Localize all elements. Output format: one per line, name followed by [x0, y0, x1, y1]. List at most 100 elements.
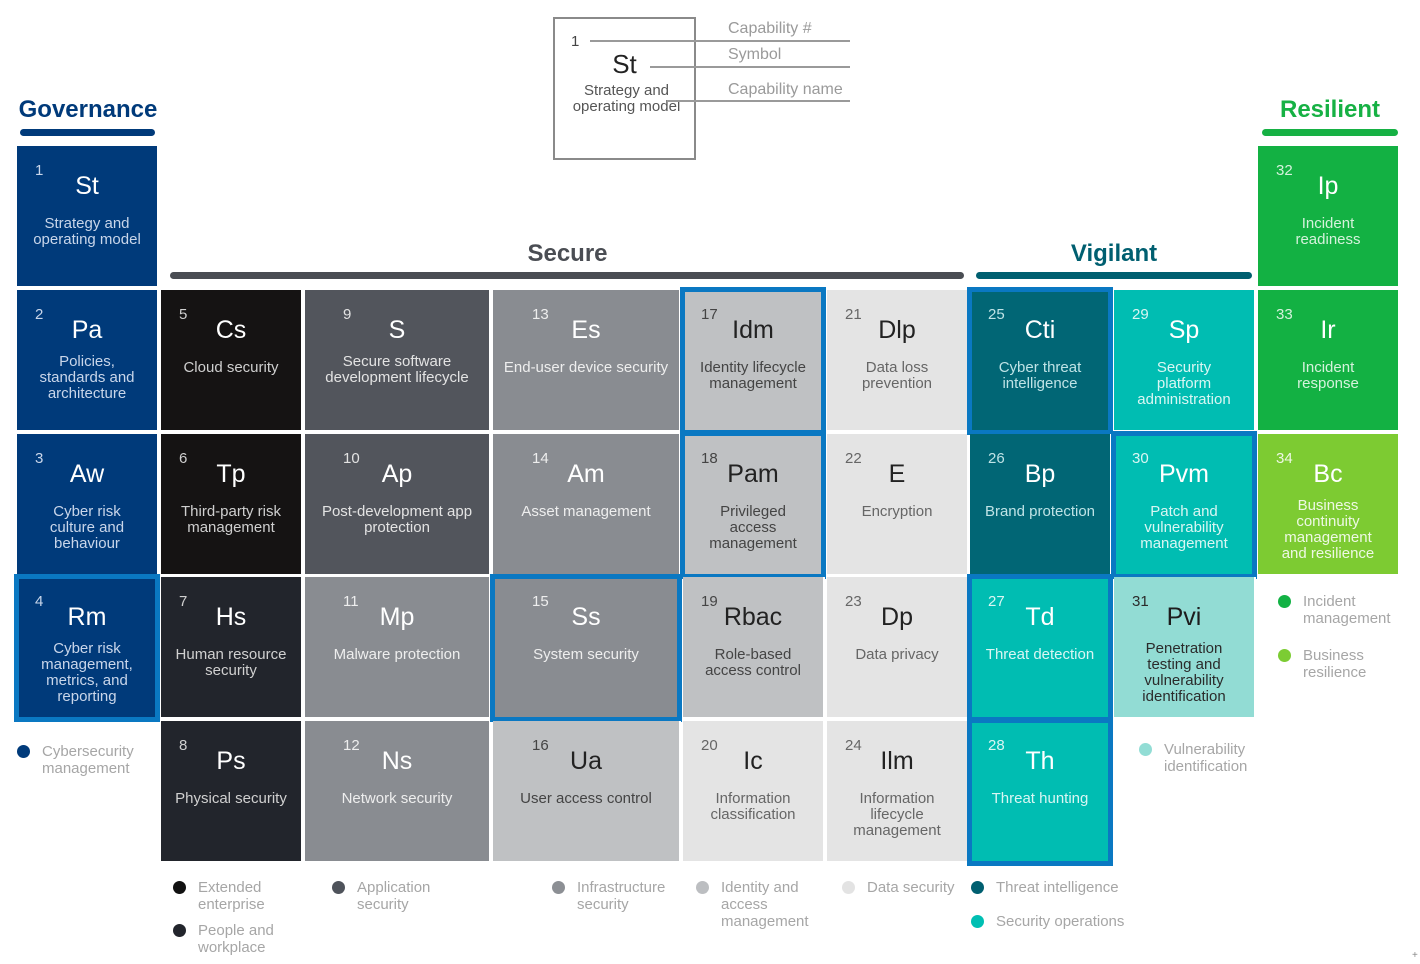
- capability-cell-ns: 12 Ns Network security: [305, 721, 491, 863]
- capability-cell-tp: 6 Tp Third-party risk management: [161, 434, 303, 576]
- capability-name: Business continuity management and resil…: [1281, 497, 1375, 562]
- capability-symbol: Pam: [727, 460, 779, 488]
- capability-cell-ps: 8 Ps Physical security: [161, 721, 303, 863]
- key-capability-name: Strategy and operating model: [572, 82, 681, 115]
- capability-name: Privileged access management: [709, 503, 797, 552]
- capability-cell-mp: 11 Mp Malware protection: [305, 577, 491, 719]
- capability-name: Patch and vulnerability management: [1140, 503, 1228, 552]
- legend-label: Identity and access management: [721, 879, 809, 930]
- capability-symbol: Es: [571, 316, 601, 344]
- section-title-governance: Governance: [18, 96, 158, 123]
- capability-cell-bp: 26 Bp Brand protection: [970, 434, 1112, 576]
- legend-dot-icon: [552, 881, 565, 894]
- capability-name: Brand protection: [984, 503, 1096, 520]
- capability-name: User access control: [520, 790, 652, 807]
- capability-name: End-user device security: [503, 359, 669, 376]
- capability-cell-cti: 25 Cti Cyber threat intelligence: [970, 290, 1112, 432]
- capability-symbol: Bp: [1024, 460, 1056, 488]
- capability-cell-es: 13 Es End-user device security: [493, 290, 681, 432]
- capability-cell-am: 14 Am Asset management: [493, 434, 681, 576]
- legend-dot-icon: [696, 881, 709, 894]
- capability-cell-ap: 10 Ap Post-development app protection: [305, 434, 491, 576]
- key-leader-line-symbol: [650, 66, 850, 68]
- capability-name: Strategy and operating model: [33, 215, 141, 248]
- capability-cell-bc: 34 Bc Business continuity management and r…: [1258, 434, 1400, 576]
- legend-dot-icon: [1278, 649, 1291, 662]
- capability-name: Information lifecycle management: [853, 790, 941, 839]
- capability-symbol: Cti: [1024, 316, 1056, 344]
- legend-dot-icon: [1139, 743, 1152, 756]
- legend-label: Vulnerability identification: [1164, 741, 1248, 775]
- capability-symbol: Ilm: [880, 747, 914, 775]
- corner-mark-icon: +: [1412, 950, 1418, 961]
- capability-name: Data loss prevention: [861, 359, 933, 392]
- section-title-resilient: Resilient: [1279, 96, 1381, 123]
- capability-symbol: S: [388, 316, 406, 344]
- legend-dot-icon: [173, 924, 186, 937]
- capability-cell-pvi: 31 Pvi Penetration testing and vulnerabili…: [1114, 577, 1256, 719]
- legend-dot-icon: [842, 881, 855, 894]
- capability-symbol: Rm: [67, 603, 107, 631]
- capability-cell-ir: 33 Ir Incident response: [1258, 290, 1400, 432]
- capability-cell-idm: 17 Idm Identity lifecycle management: [683, 290, 825, 432]
- capability-cell-pa: 2 Pa Policies, standards and architecture: [17, 290, 159, 432]
- capability-symbol: Sp: [1168, 316, 1200, 344]
- capability-cell-ic: 20 Ic Information classification: [683, 721, 825, 863]
- legend-label: People and workplace: [198, 922, 274, 956]
- capability-symbol: Dlp: [878, 316, 916, 344]
- legend-label: Incident management: [1303, 593, 1391, 627]
- capability-symbol: Td: [1025, 603, 1055, 631]
- key-label-symbol: Symbol: [728, 46, 782, 63]
- capability-cell-sp: 29 Sp Security platform administration: [1114, 290, 1256, 432]
- legend-dot-icon: [1278, 595, 1291, 608]
- capability-cell-pam: 18 Pam Privileged access management: [683, 434, 825, 576]
- capability-name: Data privacy: [855, 646, 939, 663]
- capability-cell-dp: 23 Dp Data privacy: [827, 577, 969, 719]
- capability-symbol: Mp: [379, 603, 415, 631]
- capability-cell-e: 22 E Encryption: [827, 434, 969, 576]
- legend-dot-icon: [17, 745, 30, 758]
- capability-name: Role-based access control: [705, 646, 801, 679]
- capability-symbol: Pvm: [1159, 460, 1209, 488]
- capability-cell-ip: 32 Ip Incident readiness: [1258, 146, 1400, 288]
- capability-cell-aw: 3 Aw Cyber risk culture and behaviour: [17, 434, 159, 576]
- section-bar-secure: [170, 272, 964, 279]
- section-bar-resilient: [1262, 129, 1398, 136]
- capability-cell-rm: 4 Rm Cyber risk management, metrics, and r…: [17, 577, 159, 719]
- capability-name: Cyber threat intelligence: [998, 359, 1082, 392]
- capability-name: Incident readiness: [1295, 215, 1361, 248]
- capability-symbol: Am: [567, 460, 605, 488]
- legend-label: Security operations: [996, 913, 1125, 930]
- capability-symbol: Hs: [215, 603, 247, 631]
- section-title-vigilant: Vigilant: [1070, 240, 1158, 267]
- capability-name: Network security: [341, 790, 453, 807]
- capability-name: Identity lifecycle management: [700, 359, 806, 392]
- key-capability-number: 1: [571, 33, 580, 50]
- legend-label: Cybersecurity management: [42, 743, 134, 777]
- legend-key-box: 1 St Strategy and operating model: [553, 17, 696, 160]
- capability-symbol: Rbac: [723, 603, 783, 631]
- legend-label: Infrastructure security: [577, 879, 666, 913]
- capability-symbol: Th: [1025, 747, 1055, 775]
- capability-symbol: Idm: [732, 316, 774, 344]
- capability-name: Encryption: [861, 503, 933, 520]
- capability-cell-ua: 16 Ua User access control: [493, 721, 681, 863]
- capability-cell-ilm: 24 Ilm Information lifecycle management: [827, 721, 969, 863]
- capability-cell-hs: 7 Hs Human resource security: [161, 577, 303, 719]
- capability-name: Policies, standards and architecture: [39, 353, 135, 402]
- capability-cell-dlp: 21 Dlp Data loss prevention: [827, 290, 969, 432]
- capability-name: Post-development app protection: [321, 503, 473, 536]
- capability-name: Security platform administration: [1137, 359, 1231, 408]
- capability-cell-pvm: 30 Pvm Patch and vulnerability management: [1114, 434, 1256, 576]
- capability-name: Asset management: [521, 503, 651, 520]
- legend-label: Application security: [357, 879, 431, 913]
- capability-name: Malware protection: [333, 646, 461, 663]
- section-title-secure: Secure: [527, 240, 608, 267]
- legend-label: Business resilience: [1303, 647, 1367, 681]
- capability-symbol: Ap: [381, 460, 413, 488]
- capability-symbol: Ua: [570, 747, 602, 775]
- legend-label: Extended enterprise: [198, 879, 265, 913]
- capability-cell-rbac: 19 Rbac Role-based access control: [683, 577, 825, 719]
- capability-cell-th: 28 Th Threat hunting: [970, 721, 1112, 863]
- key-label-name: Capability name: [728, 81, 843, 98]
